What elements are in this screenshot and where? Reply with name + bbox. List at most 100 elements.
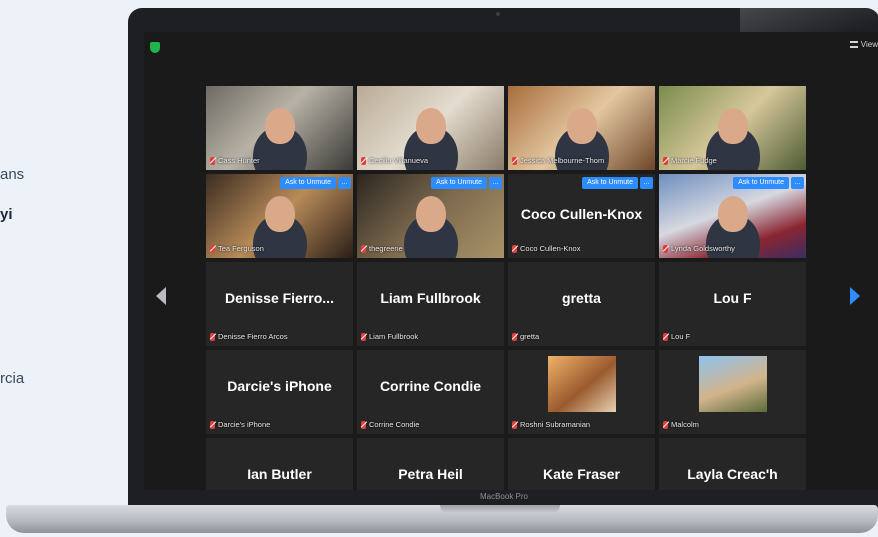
participant-silhouette: [264, 108, 295, 144]
participant-silhouette: [566, 108, 597, 144]
participant-tile[interactable]: Cecilia Villanueva: [357, 86, 504, 170]
mic-muted-icon: [210, 244, 215, 253]
grid-view-icon: [849, 41, 858, 48]
ask-to-unmute-button[interactable]: Ask to Unmute: [582, 177, 638, 189]
participant-name-label: Coco Cullen-Knox: [512, 244, 580, 253]
participant-name-label: Tea Ferguson: [210, 244, 264, 253]
shield-icon[interactable]: [150, 42, 160, 53]
mic-muted-icon: [361, 156, 366, 165]
ask-to-unmute-button[interactable]: Ask to Unmute: [733, 177, 789, 189]
tile-actions: Ask to Unmute...: [280, 177, 351, 189]
participant-tile[interactable]: Kate Fraser: [508, 438, 655, 490]
participant-tile[interactable]: Lou F Lou F: [659, 262, 806, 346]
participant-name-label: gretta: [512, 332, 539, 341]
participant-name-label: Roshni Subramanian: [512, 420, 590, 429]
laptop-notch: [440, 505, 560, 513]
participant-silhouette: [415, 108, 446, 144]
chevron-right-icon[interactable]: [850, 287, 860, 305]
participant-display-name: Layla Creac'h: [687, 466, 778, 482]
view-button[interactable]: View: [849, 40, 878, 49]
participant-silhouette: [264, 196, 295, 232]
participant-tile[interactable]: Petra Heil: [357, 438, 504, 490]
more-options-button[interactable]: ...: [791, 177, 804, 189]
participant-name: gretta: [520, 332, 540, 341]
participant-name: Darcie's iPhone: [218, 420, 271, 429]
side-text-line1: ans: [0, 166, 25, 183]
participant-tile[interactable]: Roshni Subramanian: [508, 350, 655, 434]
participant-tile[interactable]: Ian Butler: [206, 438, 353, 490]
participant-silhouette: [717, 108, 748, 144]
participant-tile[interactable]: Denisse Fierro... Denisse Fierro Arcos: [206, 262, 353, 346]
tile-actions: Ask to Unmute...: [733, 177, 804, 189]
participant-tile[interactable]: Jessica Melbourne-Thom: [508, 86, 655, 170]
participant-tile[interactable]: Layla Creac'h: [659, 438, 806, 490]
more-options-button[interactable]: ...: [489, 177, 502, 189]
participant-name-label: Cecilia Villanueva: [361, 156, 428, 165]
participant-name-label: Cass Hunter: [210, 156, 260, 165]
participant-name: Corrine Condie: [369, 420, 420, 429]
participant-name: Lynda Goldsworthy: [671, 244, 735, 253]
ask-to-unmute-button[interactable]: Ask to Unmute: [280, 177, 336, 189]
participant-display-name: Petra Heil: [398, 466, 463, 482]
mic-muted-icon: [361, 244, 366, 253]
participant-tile[interactable]: Ask to Unmute... Lynda Goldsworthy: [659, 174, 806, 258]
participant-name: Marcie Fudge: [671, 156, 717, 165]
participant-tile[interactable]: Cass Hunter: [206, 86, 353, 170]
participant-tile[interactable]: Darcie's iPhone Darcie's iPhone: [206, 350, 353, 434]
participant-display-name: Coco Cullen-Knox: [520, 206, 643, 222]
mic-muted-icon: [663, 332, 668, 341]
participant-tile[interactable]: gretta gretta: [508, 262, 655, 346]
zoom-meeting-window: View Cass Hunter Cecilia Villanueva Jessic…: [144, 32, 878, 490]
participant-silhouette: [717, 196, 748, 232]
participant-name: Malcolm: [671, 420, 699, 429]
mic-muted-icon: [210, 420, 215, 429]
participant-tile[interactable]: Marcie Fudge: [659, 86, 806, 170]
participant-tile[interactable]: Malcolm: [659, 350, 806, 434]
participant-name: Tea Ferguson: [218, 244, 264, 253]
mic-muted-icon: [663, 156, 668, 165]
participant-tile[interactable]: Liam Fullbrook Liam Fullbrook: [357, 262, 504, 346]
participant-name-label: Marcie Fudge: [663, 156, 717, 165]
participant-name-label: Lynda Goldsworthy: [663, 244, 735, 253]
participant-name: Jessica Melbourne-Thom: [520, 156, 605, 165]
mic-muted-icon: [361, 332, 366, 341]
participant-display-name: Denisse Fierro...: [225, 290, 334, 306]
mic-muted-icon: [663, 244, 668, 253]
participant-display-name: Lou F: [713, 290, 752, 306]
participant-display-name: Ian Butler: [247, 466, 312, 482]
more-options-button[interactable]: ...: [640, 177, 653, 189]
participant-name: Roshni Subramanian: [520, 420, 591, 429]
participant-tile[interactable]: Coco Cullen-Knox Ask to Unmute... Coco Cul…: [508, 174, 655, 258]
participant-tile[interactable]: Ask to Unmute... thegreene: [357, 174, 504, 258]
mic-muted-icon: [361, 420, 366, 429]
participant-name-label: Corrine Condie: [361, 420, 419, 429]
ask-to-unmute-button[interactable]: Ask to Unmute: [431, 177, 487, 189]
participant-tile[interactable]: Corrine Condie Corrine Condie: [357, 350, 504, 434]
gallery-grid: Cass Hunter Cecilia Villanueva Jessica Mel…: [206, 86, 810, 490]
participant-display-name: Darcie's iPhone: [227, 378, 332, 394]
participant-display-name: Liam Fullbrook: [380, 290, 481, 306]
participant-display-name: gretta: [562, 290, 601, 306]
participant-name: Coco Cullen-Knox: [520, 244, 581, 253]
participant-name: Cecilia Villanueva: [369, 156, 429, 165]
mic-muted-icon: [210, 332, 215, 341]
mic-muted-icon: [512, 332, 517, 341]
participant-silhouette: [415, 196, 446, 232]
view-label: View: [860, 40, 878, 49]
mic-muted-icon: [512, 156, 517, 165]
participant-tile[interactable]: Ask to Unmute... Tea Ferguson: [206, 174, 353, 258]
participant-name: Denisse Fierro Arcos: [218, 332, 288, 341]
participant-name: Cass Hunter: [218, 156, 260, 165]
tile-actions: Ask to Unmute...: [431, 177, 502, 189]
camera-icon: [496, 12, 500, 16]
participant-name: thegreene: [369, 244, 403, 253]
mic-muted-icon: [210, 156, 215, 165]
side-text-line3: rcia: [0, 370, 25, 387]
participant-avatar: [698, 356, 767, 412]
participant-avatar: [547, 356, 616, 412]
side-text-line2: yi: [0, 206, 13, 223]
more-options-button[interactable]: ...: [338, 177, 351, 189]
participant-name-label: Malcolm: [663, 420, 699, 429]
chevron-left-icon[interactable]: [156, 287, 166, 305]
participant-name-label: Jessica Melbourne-Thom: [512, 156, 604, 165]
